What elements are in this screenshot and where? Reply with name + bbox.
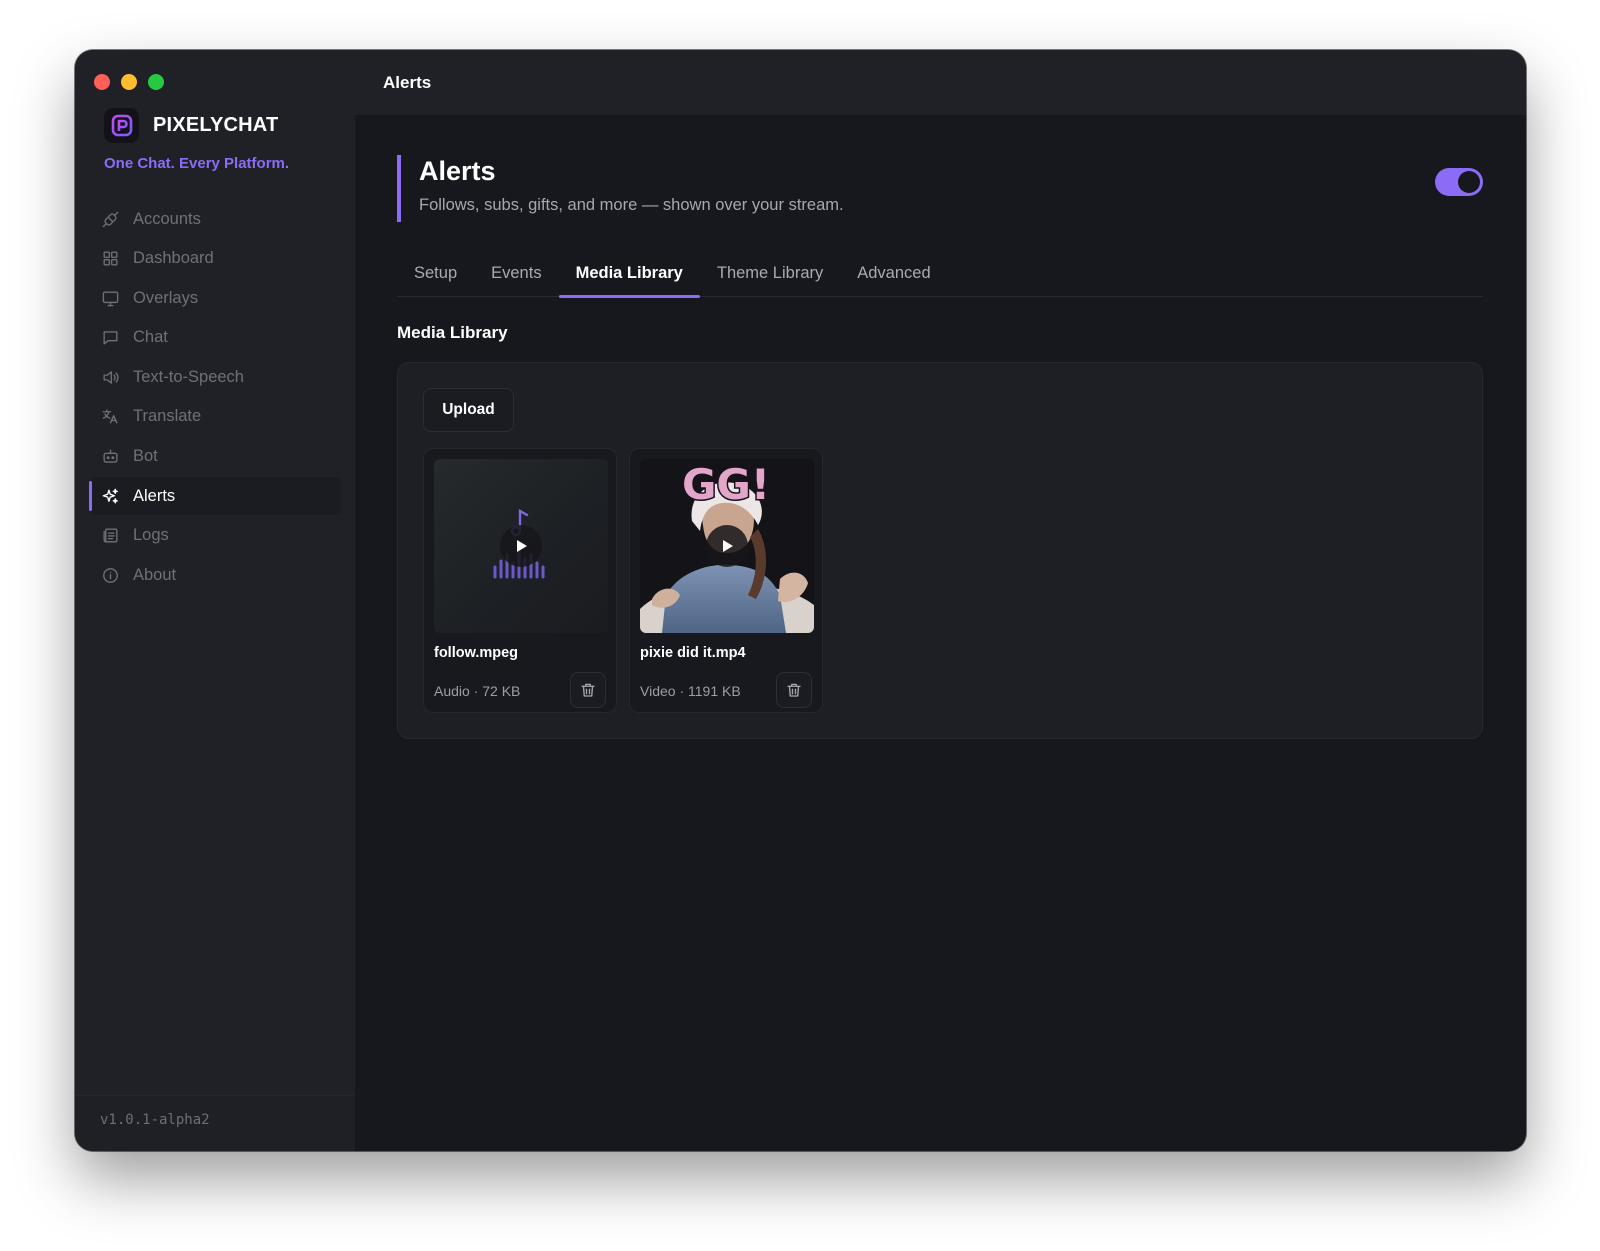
sidebar-item-label: Overlays <box>133 288 199 307</box>
sidebar-item-text-to-speech[interactable]: Text-to-Speech <box>89 358 341 396</box>
sidebar-item-accounts[interactable]: Accounts <box>89 200 341 238</box>
sidebar-item-label: Logs <box>133 526 169 545</box>
sidebar-item-overlays[interactable]: Overlays <box>89 279 341 317</box>
sidebar-item-label: Text-to-Speech <box>133 367 244 386</box>
app-name: PIXELYCHAT <box>153 114 279 136</box>
close-window-button[interactable] <box>94 74 110 90</box>
media-meta: Audio · 72 KB <box>434 683 521 699</box>
app-tagline: One Chat. Every Platform. <box>104 155 290 172</box>
sidebar-item-label: Chat <box>133 328 168 347</box>
sidebar-item-label: Accounts <box>133 209 201 228</box>
media-meta: Video · 1191 KB <box>640 683 741 699</box>
monitor-icon <box>102 291 119 306</box>
sidebar-item-label: Alerts <box>133 486 176 505</box>
app-window: PIXELYCHAT One Chat. Every Platform. Acc… <box>75 50 1526 1151</box>
app-version: v1.0.1-alpha2 <box>100 1112 210 1128</box>
media-library-panel: Upload follow.mpeg Audio · 72 KB GG! pix… <box>397 362 1483 739</box>
page-subtitle: Follows, subs, gifts, and more — shown o… <box>419 196 844 214</box>
play-button[interactable] <box>500 525 542 567</box>
brand: PIXELYCHAT <box>104 108 278 143</box>
maximize-window-button[interactable] <box>148 74 164 90</box>
page-title: Alerts <box>419 156 496 186</box>
tab-theme-library[interactable]: Theme Library <box>700 260 840 297</box>
topbar-title: Alerts <box>383 72 432 92</box>
app-logo-icon <box>104 108 139 143</box>
logs-icon <box>103 528 118 543</box>
play-icon <box>517 540 527 552</box>
minimize-window-button[interactable] <box>121 74 137 90</box>
translate-icon <box>102 409 118 424</box>
audio-thumbnail <box>434 459 608 633</box>
delete-media-button[interactable] <box>570 672 606 708</box>
sidebar-item-about[interactable]: About <box>89 556 341 594</box>
trash-icon <box>787 683 801 697</box>
media-card: follow.mpeg Audio · 72 KB <box>423 448 617 713</box>
chat-bubble-icon <box>103 331 118 345</box>
speaker-icon <box>103 371 119 384</box>
delete-media-button[interactable] <box>776 672 812 708</box>
sidebar-item-logs[interactable]: Logs <box>89 517 341 555</box>
sparkles-icon <box>102 488 118 504</box>
upload-button[interactable]: Upload <box>423 388 514 432</box>
tab-media-library[interactable]: Media Library <box>558 260 701 298</box>
window-controls <box>94 74 164 90</box>
video-thumbnail: GG! <box>640 459 814 633</box>
play-icon <box>723 540 733 552</box>
sidebar-nav: Accounts Dashboard Overlays Chat Text-to… <box>89 200 341 596</box>
toggle-knob <box>1458 171 1480 193</box>
media-card: GG! pixie did it.mp4 Video · 1191 KB <box>629 448 823 713</box>
play-button[interactable] <box>706 525 748 567</box>
grid-icon <box>103 251 118 266</box>
plug-icon <box>102 211 119 227</box>
media-name: follow.mpeg <box>434 645 519 661</box>
bot-icon <box>103 449 118 463</box>
section-title: Media Library <box>397 323 508 342</box>
sidebar-item-translate[interactable]: Translate <box>89 398 341 436</box>
sidebar-item-label: About <box>133 565 177 584</box>
sidebar-item-label: Translate <box>133 407 202 426</box>
thumbnail-caption: GG! <box>682 460 770 509</box>
alerts-enabled-toggle[interactable] <box>1435 168 1483 196</box>
media-grid: follow.mpeg Audio · 72 KB GG! pixie did … <box>423 448 823 713</box>
tab-events[interactable]: Events <box>474 260 558 297</box>
sidebar-item-label: Dashboard <box>133 249 214 268</box>
sidebar-footer: v1.0.1-alpha2 <box>75 1095 355 1151</box>
sidebar-item-label: Bot <box>133 447 158 466</box>
topbar: Alerts <box>355 50 1526 115</box>
tab-advanced[interactable]: Advanced <box>840 260 947 297</box>
page-header: Alerts Follows, subs, gifts, and more — … <box>397 155 844 222</box>
tab-setup[interactable]: Setup <box>397 260 474 297</box>
sidebar: PIXELYCHAT One Chat. Every Platform. Acc… <box>75 50 355 1151</box>
main-content: Alerts Follows, subs, gifts, and more — … <box>355 115 1526 1151</box>
sidebar-item-alerts[interactable]: Alerts <box>89 477 341 516</box>
sidebar-item-bot[interactable]: Bot <box>89 438 341 476</box>
tab-bar: Setup Events Media Library Theme Library… <box>397 260 1483 298</box>
info-icon <box>103 567 118 583</box>
trash-icon <box>581 683 595 697</box>
sidebar-item-chat[interactable]: Chat <box>89 319 341 357</box>
media-name: pixie did it.mp4 <box>640 645 746 661</box>
sidebar-item-dashboard[interactable]: Dashboard <box>89 240 341 278</box>
